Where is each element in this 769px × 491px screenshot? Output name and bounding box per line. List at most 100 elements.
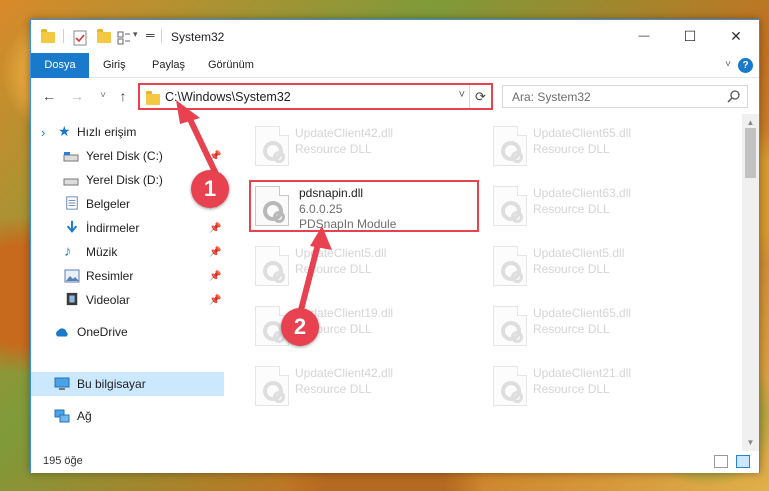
dll-file-icon [493, 306, 527, 346]
sidebar-item-label: Resimler [86, 269, 134, 283]
forward-button[interactable]: → [67, 87, 87, 105]
sidebar-item-label: Yerel Disk (D:) [86, 173, 163, 187]
computer-icon [54, 377, 70, 390]
pin-icon: 📌 [209, 222, 222, 234]
new-folder-icon[interactable] [97, 29, 111, 43]
pin-icon: 📌 [209, 294, 222, 306]
music-icon: ♪ [64, 243, 72, 260]
list-item[interactable]: UpdateClient42.dll Resource DLL [249, 360, 479, 412]
search-placeholder: Ara: System32 [512, 90, 591, 104]
documents-icon [66, 196, 78, 210]
videos-icon [66, 292, 78, 306]
dll-file-icon [493, 366, 527, 406]
tab-home[interactable]: Giriş [93, 53, 136, 78]
address-bar[interactable]: C:\Windows\System32 ˅ ⟳ [138, 83, 493, 110]
network-icon [54, 409, 70, 423]
star-icon: ★ [58, 123, 71, 139]
properties-icon[interactable] [73, 29, 87, 47]
sidebar-item-onedrive[interactable]: OneDrive [31, 320, 224, 344]
details-view-icon[interactable] [714, 455, 728, 468]
help-button[interactable]: ? [738, 58, 753, 73]
sidebar-item-downloads[interactable]: İndirmeler 📌 [31, 216, 224, 240]
scroll-down-icon[interactable]: ▼ [742, 434, 759, 451]
file-name: pdsnapin.dll [299, 186, 364, 200]
sidebar-item-label: OneDrive [77, 325, 128, 339]
large-icons-view-icon[interactable] [736, 455, 750, 468]
pin-icon: 📌 [209, 150, 222, 162]
customize-toolbar-icon[interactable]: ═ [146, 28, 155, 46]
step-2-badge: 2 [281, 308, 319, 346]
download-icon [66, 220, 78, 233]
file-description: PDSnapIn Module [299, 217, 397, 231]
explorer-window: ▾ ═ System32 — ☐ ✕ Dosya Giriş Paylaş Gö… [30, 19, 760, 473]
chevron-expand-icon[interactable]: › [41, 125, 57, 140]
folder-icon [146, 91, 160, 105]
tab-share[interactable]: Paylaş [142, 53, 195, 78]
dll-file-icon [255, 126, 289, 166]
onedrive-icon [56, 328, 68, 337]
sidebar-item-label: Videolar [86, 293, 130, 307]
pin-icon: 📌 [209, 246, 222, 258]
search-input[interactable]: Ara: System32 [502, 85, 748, 108]
sidebar-item-label: Bu bilgisayar [77, 377, 146, 391]
minimize-button[interactable]: — [621, 20, 667, 52]
address-toolbar: ← → ˅ ↑ C:\Windows\System32 ˅ ⟳ Ara: Sys… [31, 78, 759, 114]
divider [63, 29, 64, 43]
title-bar: ▾ ═ System32 — ☐ ✕ [31, 20, 759, 53]
quick-access-dropdown-icon[interactable]: ▾ [133, 29, 138, 47]
drive-icon [63, 178, 79, 186]
sidebar-item-local-disk-c[interactable]: Yerel Disk (C:) 📌 [31, 144, 224, 168]
sidebar-item-this-pc[interactable]: Bu bilgisayar [31, 372, 224, 396]
expand-ribbon-icon[interactable]: ˅ [725, 59, 731, 70]
maximize-button[interactable]: ☐ [667, 20, 713, 52]
list-item-highlighted[interactable]: pdsnapin.dll 6.0.0.25 PDSnapIn Module [249, 180, 479, 232]
list-item[interactable]: UpdateClient42.dll Resource DLL [249, 120, 479, 172]
file-version: 6.0.0.25 [299, 202, 343, 216]
vertical-scrollbar[interactable]: ▲ ▼ [742, 114, 759, 451]
sidebar-item-music[interactable]: ♪ Müzik 📌 [31, 240, 224, 264]
sidebar-item-label: Müzik [86, 245, 118, 259]
step-1-badge: 1 [191, 170, 229, 208]
list-item[interactable]: UpdateClient65.dll Resource DLL [487, 120, 717, 172]
list-item[interactable]: UpdateClient65.dll Resource DLL [487, 300, 717, 352]
navigation-pane: › ★ Hızlı erişim Yerel Disk (C:) 📌 Yerel… [31, 114, 226, 451]
dll-file-icon [255, 366, 289, 406]
address-dropdown-icon[interactable]: ˅ [459, 89, 465, 101]
sidebar-item-videos[interactable]: Videolar 📌 [31, 288, 224, 312]
search-icon [727, 90, 740, 103]
up-button[interactable]: ↑ [113, 87, 133, 105]
view-options-icon[interactable] [117, 29, 131, 47]
scroll-thumb[interactable] [745, 128, 756, 178]
sidebar-item-label: Belgeler [86, 197, 131, 211]
dll-file-icon [255, 186, 289, 226]
sidebar-item-label: Hızlı erişim [77, 125, 137, 139]
close-button[interactable]: ✕ [713, 20, 759, 52]
refresh-button[interactable]: ⟳ [469, 85, 491, 108]
recent-locations-button[interactable]: ˅ [93, 87, 113, 105]
window-title: System32 [171, 30, 225, 44]
dll-file-icon [493, 126, 527, 166]
sidebar-item-label: Yerel Disk (C:) [86, 149, 163, 163]
item-count: 195 öğe [43, 455, 83, 467]
back-button[interactable]: ← [39, 87, 59, 105]
divider [161, 29, 162, 43]
sidebar-item-label: İndirmeler [86, 221, 140, 235]
address-path: C:\Windows\System32 [165, 90, 291, 104]
list-item[interactable]: UpdateClient5.dll Resource DLL [249, 240, 479, 292]
sidebar-item-label: Ağ [77, 409, 92, 423]
sidebar-item-pictures[interactable]: Resimler 📌 [31, 264, 224, 288]
list-item[interactable]: UpdateClient5.dll Resource DLL [487, 240, 717, 292]
list-item[interactable]: UpdateClient21.dll Resource DLL [487, 360, 717, 412]
dll-file-icon [255, 246, 289, 286]
folder-icon [41, 29, 55, 43]
drive-icon [63, 152, 79, 162]
list-item[interactable]: UpdateClient63.dll Resource DLL [487, 180, 717, 232]
status-bar: 195 öğe [31, 451, 759, 473]
pictures-icon [64, 269, 80, 283]
file-list: UpdateClient42.dll Resource DLL pdsnapin… [227, 114, 742, 451]
ribbon-tabs: Dosya Giriş Paylaş Görünüm ˅ ? [31, 53, 759, 105]
tab-view[interactable]: Görünüm [198, 53, 264, 78]
pin-icon: 📌 [209, 270, 222, 282]
sidebar-item-quick-access[interactable]: › ★ Hızlı erişim [31, 120, 224, 144]
sidebar-item-network[interactable]: Ağ [31, 404, 224, 428]
